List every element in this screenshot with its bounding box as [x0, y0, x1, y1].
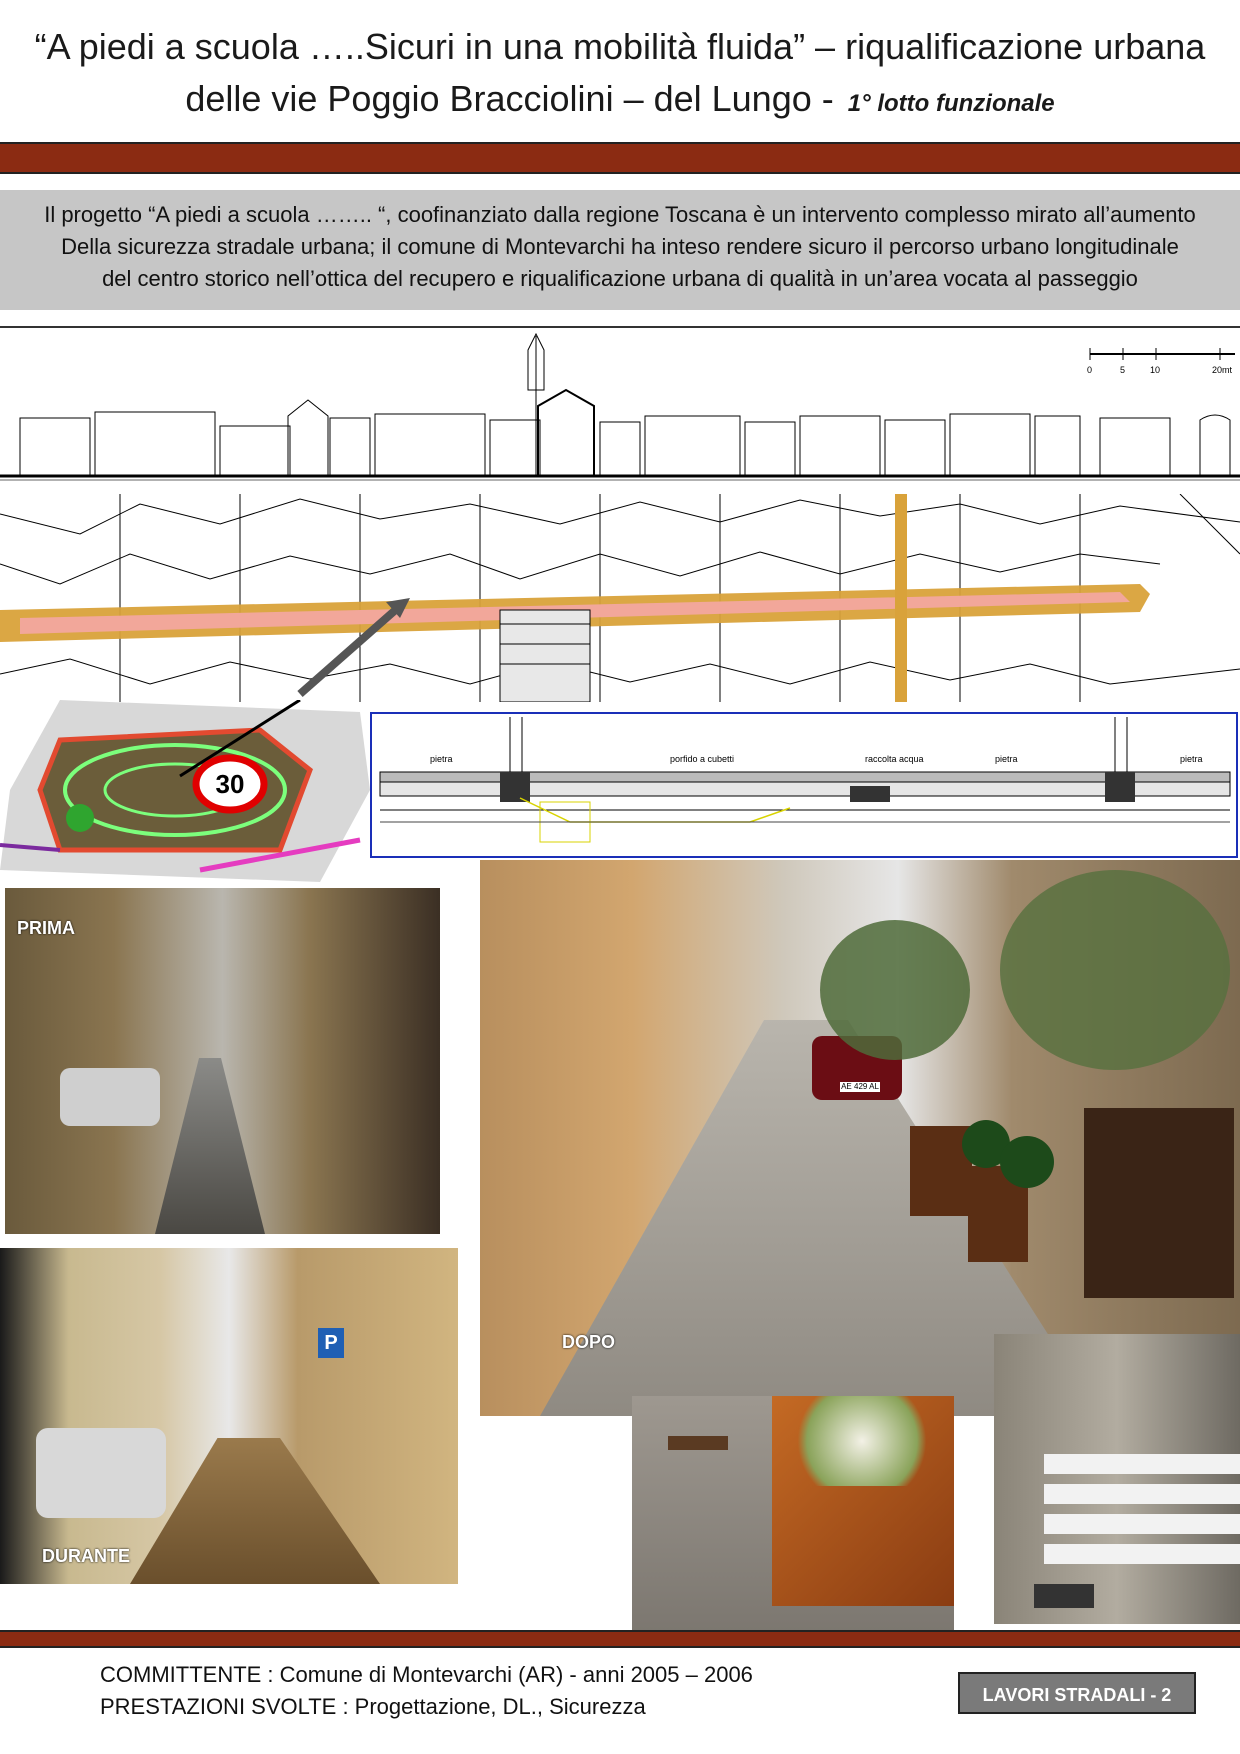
license-plate: AE 429 AL [840, 1082, 880, 1092]
section-label-pietra-3: pietra [1180, 754, 1203, 764]
elevation-top-line [0, 326, 1240, 328]
shrub [1000, 1136, 1054, 1188]
intro-line-1: Il progetto “A piedi a scuola …….. “, co… [44, 202, 1196, 227]
parking-sign: P [318, 1328, 344, 1358]
section-label-porfido: porfido a cubetti [670, 754, 734, 764]
section-label-raccolta: raccolta acqua [865, 754, 924, 764]
scale-label-20: 20mt [1212, 365, 1233, 375]
excavated-street [130, 1438, 380, 1584]
ivy-plant [782, 1396, 942, 1486]
section-badge: LAVORI STRADALI - 2 [958, 1672, 1196, 1714]
footer-prestazioni: PRESTAZIONI SVOLTE : Progettazione, DL.,… [100, 1694, 646, 1719]
road-section-drawing: pietra porfido a cubetti raccolta acqua … [370, 712, 1238, 858]
street-plan-map [0, 494, 1240, 702]
photo-after: AE 429 AL DOPO [480, 860, 1240, 1416]
photo-during: P DURANTE [0, 1248, 458, 1584]
header-divider-bar [0, 142, 1240, 174]
scale-label-10: 10 [1150, 365, 1160, 375]
crosswalk-stripe [1044, 1514, 1240, 1534]
page-title-text: delle vie Poggio Bracciolini – del Lungo… [185, 78, 834, 119]
crosswalk-stripe [1044, 1454, 1240, 1474]
section-label-pietra-2: pietra [995, 754, 1018, 764]
street-pavement [155, 1058, 265, 1234]
photo-detail-planter [632, 1396, 954, 1632]
footer-committente: COMMITTENTE : Comune di Montevarchi (AR)… [100, 1662, 753, 1687]
parked-car [36, 1428, 166, 1518]
speed-limit-value: 30 [216, 769, 245, 799]
scale-label-0: 0 [1087, 365, 1092, 375]
parked-car [60, 1068, 160, 1126]
page-title-line-2: delle vie Poggio Bracciolini – del Lungo… [0, 78, 1240, 120]
scale-label-5: 5 [1120, 365, 1125, 375]
intro-box: Il progetto “A piedi a scuola …….. “, co… [0, 190, 1240, 310]
drain-grate [668, 1436, 728, 1450]
label-prima: PRIMA [17, 918, 75, 938]
olive-tree [1000, 870, 1230, 1070]
olive-tree [820, 920, 970, 1060]
section-label-pietra-1: pietra [430, 754, 453, 764]
drain-grate [1034, 1584, 1094, 1608]
label-dopo: DOPO [562, 1332, 616, 1352]
label-durante: DURANTE [42, 1546, 130, 1566]
crosswalk-stripe [1044, 1544, 1240, 1564]
footer-divider-bar [0, 1630, 1240, 1648]
page-title-line-1: “A piedi a scuola …..Sicuri in una mobil… [34, 26, 1206, 67]
intro-line-2: Della sicurezza stradale urbana; il comu… [61, 234, 1179, 259]
street-elevation-drawing: 0 5 10 20mt [0, 332, 1240, 481]
intro-line-3: del centro storico nell’ottica del recup… [102, 266, 1138, 291]
photo-before: PRIMA [5, 888, 440, 1234]
planter-box [1084, 1108, 1234, 1298]
zone-30-map: 30 [0, 700, 370, 882]
crosswalk-stripe [1044, 1484, 1240, 1504]
photo-detail-crosswalk [994, 1334, 1240, 1624]
page-subtitle: 1° lotto funzionale [847, 90, 1055, 117]
